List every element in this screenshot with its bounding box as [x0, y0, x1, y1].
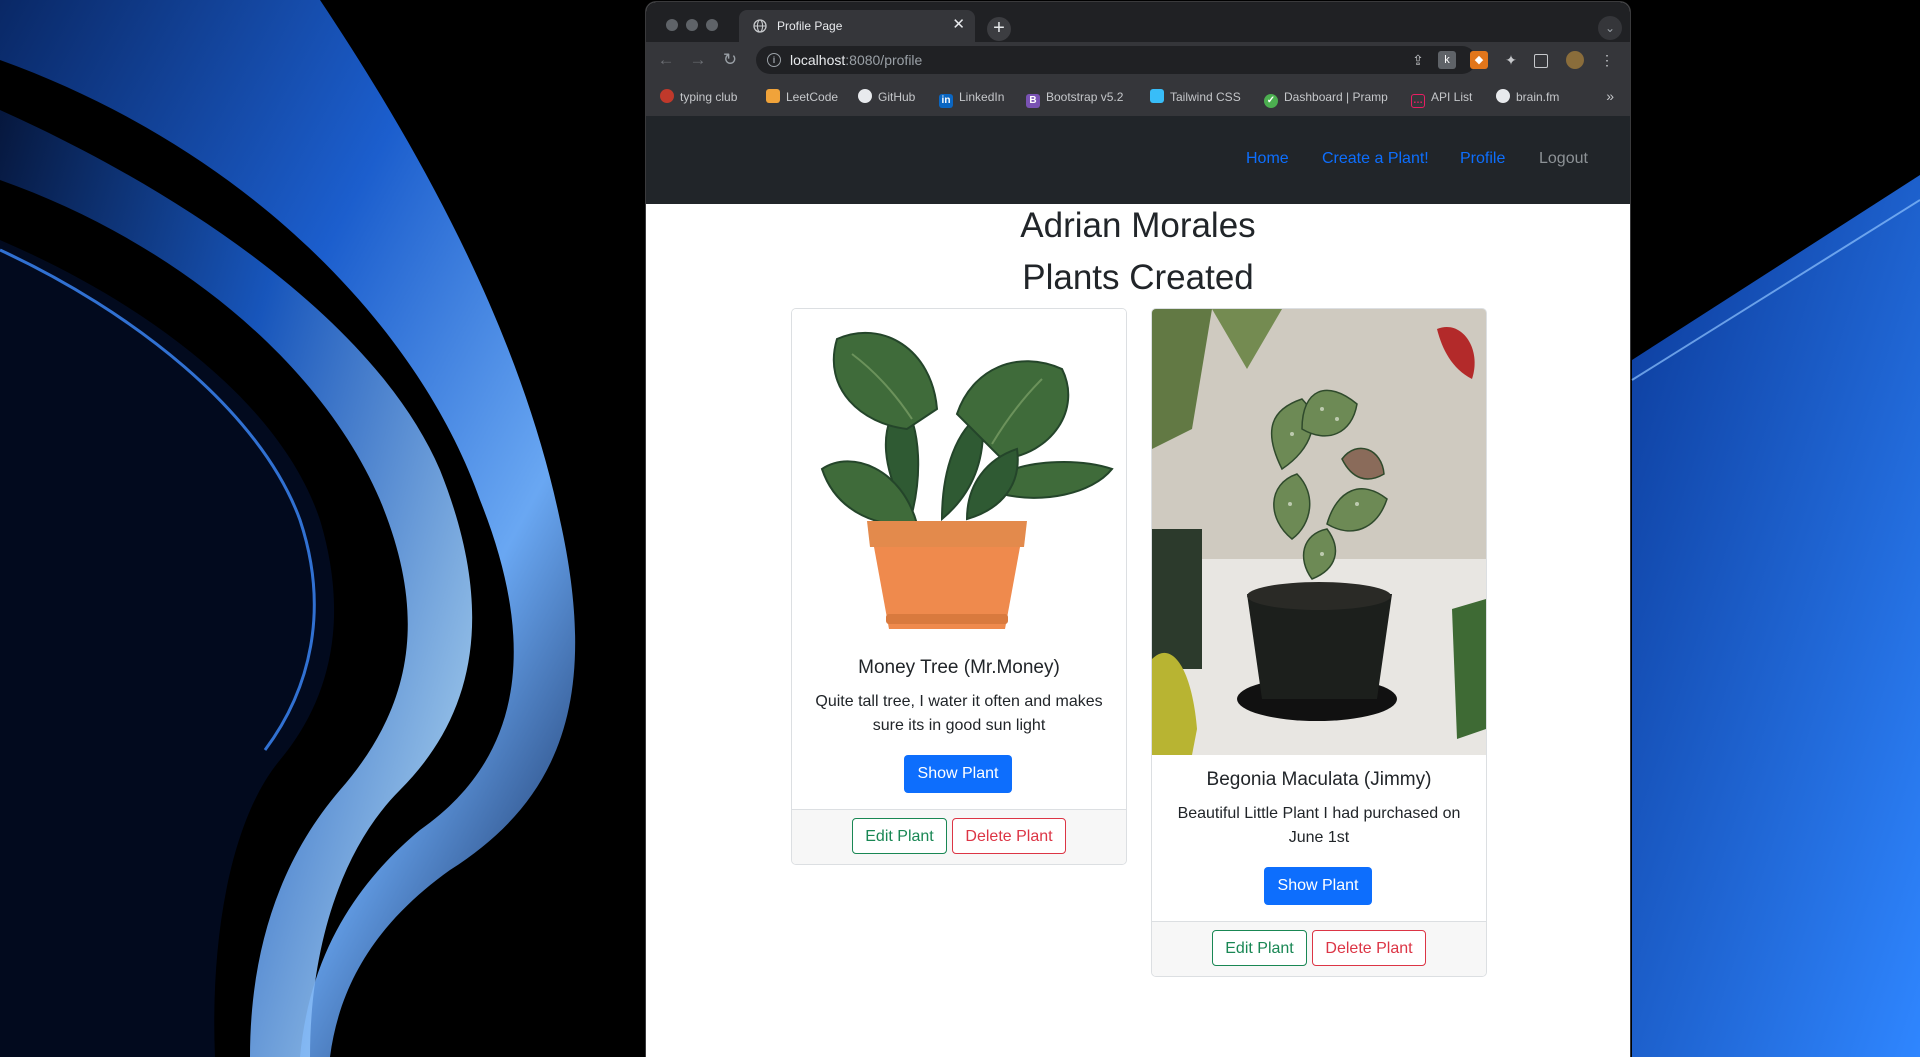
plant-description: Beautiful Little Plant I had purchased o…: [1177, 805, 1461, 846]
bookmark-brainfm[interactable]: brain.fm: [1496, 88, 1559, 106]
show-plant-button[interactable]: Show Plant: [904, 755, 1012, 793]
api-list-icon: …: [1411, 94, 1425, 108]
plant-card: Money Tree (Mr.Money) Quite tall tree, I…: [791, 308, 1127, 865]
zoom-window-button[interactable]: [706, 19, 718, 31]
globe-icon: [753, 19, 767, 33]
nav-link-logout[interactable]: Logout: [1539, 150, 1588, 168]
address-bar[interactable]: i localhost:8080/profile ⇪ ☆: [756, 46, 1476, 74]
bookmark-pramp[interactable]: ✓ Dashboard | Pramp: [1264, 88, 1388, 108]
bookmark-api-list[interactable]: … API List: [1411, 88, 1472, 108]
linkedin-icon: in: [939, 94, 953, 108]
plant-image: [1152, 309, 1486, 755]
bookmark-typing-club[interactable]: typing club: [660, 88, 737, 106]
card-footer: Edit Plant Delete Plant: [1152, 921, 1486, 976]
reload-icon[interactable]: ↻: [718, 48, 742, 72]
tailwind-icon: [1150, 89, 1164, 103]
bookmark-tailwind[interactable]: Tailwind CSS: [1150, 88, 1241, 106]
browser-toolbar: ← → ↻ i localhost:8080/profile ⇪ ☆ k ◆ ✦…: [646, 42, 1630, 78]
profile-avatar-icon[interactable]: [1566, 51, 1584, 69]
typing-club-icon: [660, 89, 674, 103]
nav-link-profile[interactable]: Profile: [1460, 150, 1505, 168]
metamask-icon[interactable]: ◆: [1470, 51, 1488, 69]
plant-description: Quite tall tree, I water it often and ma…: [815, 693, 1103, 734]
bookmarks-bar: typing club LeetCode GitHub in LinkedIn B…: [646, 78, 1630, 117]
extensions-puzzle-icon[interactable]: ✦: [1502, 51, 1520, 69]
bookmark-bootstrap[interactable]: B Bootstrap v5.2: [1026, 88, 1123, 108]
browser-menu-icon[interactable]: ⋮: [1598, 51, 1616, 69]
back-arrow-icon[interactable]: ←: [654, 48, 678, 72]
browser-window: Profile Page ✕ + ⌄ ← → ↻ i localhost:808…: [646, 2, 1630, 1057]
bookmark-github[interactable]: GitHub: [858, 88, 915, 106]
plant-title: Begonia Maculata (Jimmy): [1206, 769, 1432, 790]
delete-plant-button[interactable]: Delete Plant: [1312, 930, 1426, 966]
card-footer: Edit Plant Delete Plant: [792, 809, 1126, 864]
leetcode-icon: [766, 89, 780, 103]
bootstrap-icon: B: [1026, 94, 1040, 108]
page-content: Adrian Morales Plants Created Money Tree…: [646, 204, 1630, 1057]
tab-strip: Profile Page ✕ + ⌄: [646, 2, 1630, 42]
edit-plant-button[interactable]: Edit Plant: [1212, 930, 1307, 966]
close-window-button[interactable]: [666, 19, 678, 31]
delete-plant-button[interactable]: Delete Plant: [952, 818, 1066, 854]
new-tab-button[interactable]: +: [987, 17, 1011, 41]
plant-image: [792, 309, 1126, 659]
more-bookmarks-icon[interactable]: »: [1606, 88, 1614, 104]
site-info-icon[interactable]: i: [767, 53, 781, 67]
plant-title: Money Tree (Mr.Money): [858, 657, 1060, 678]
tab-search-button[interactable]: ⌄: [1598, 16, 1622, 40]
pramp-icon: ✓: [1264, 94, 1278, 108]
side-panel-icon[interactable]: [1534, 54, 1548, 68]
close-tab-icon[interactable]: ✕: [952, 16, 965, 34]
plant-card: Begonia Maculata (Jimmy) Beautiful Littl…: [1151, 308, 1487, 977]
show-plant-button[interactable]: Show Plant: [1264, 867, 1372, 905]
bookmark-linkedin[interactable]: in LinkedIn: [939, 88, 1004, 108]
edit-plant-button[interactable]: Edit Plant: [852, 818, 947, 854]
tab-title: Profile Page: [777, 19, 843, 33]
extension-k-icon[interactable]: k: [1438, 51, 1456, 69]
profile-name: Adrian Morales: [1020, 206, 1256, 245]
brainfm-icon: [1496, 89, 1510, 103]
forward-arrow-icon[interactable]: →: [686, 48, 710, 72]
site-navbar: Home Create a Plant! Profile Logout: [646, 116, 1630, 204]
nav-link-home[interactable]: Home: [1246, 150, 1289, 168]
github-icon: [858, 89, 872, 103]
share-icon[interactable]: ⇪: [1409, 51, 1427, 69]
section-title: Plants Created: [1022, 258, 1254, 297]
url-text: localhost:8080/profile: [790, 52, 923, 68]
tab-profile-page[interactable]: Profile Page ✕: [739, 10, 975, 42]
minimize-window-button[interactable]: [686, 19, 698, 31]
nav-link-create-plant[interactable]: Create a Plant!: [1322, 150, 1429, 168]
bookmark-leetcode[interactable]: LeetCode: [766, 88, 838, 106]
